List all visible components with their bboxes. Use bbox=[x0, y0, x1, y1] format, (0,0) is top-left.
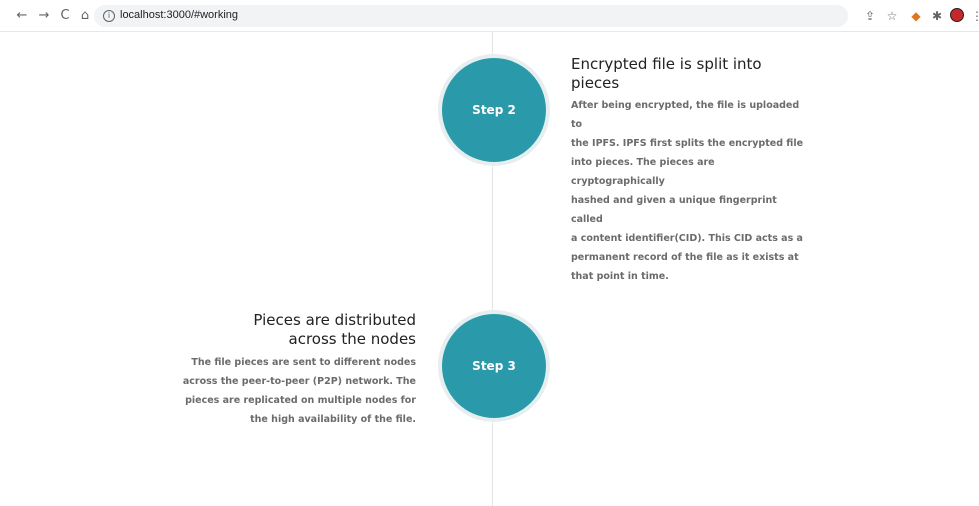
step-3-label: Step 3 bbox=[472, 359, 516, 373]
step-3-title-line2: across the nodes bbox=[288, 330, 417, 348]
step-2-desc-line: into pieces. The pieces are cryptographi… bbox=[571, 157, 715, 187]
step-2-desc-line: After being encrypted, the file is uploa… bbox=[571, 100, 800, 130]
step-2-circle: Step 2 bbox=[442, 58, 546, 162]
step-2-desc-line: permanent record of the file as it exist… bbox=[571, 252, 799, 263]
step-3-desc-line: across the peer-to-peer (P2P) network. T… bbox=[182, 376, 416, 387]
address-bar[interactable]: i localhost:3000/#working bbox=[94, 5, 848, 27]
url-text[interactable]: localhost:3000/#working bbox=[120, 9, 238, 21]
back-arrow-icon[interactable]: ← bbox=[14, 8, 30, 24]
profile-avatar-icon[interactable] bbox=[950, 8, 964, 22]
step-2-label: Step 2 bbox=[472, 103, 516, 117]
step-2-desc-line: a content identifier(CID). This CID acts… bbox=[571, 233, 803, 244]
step-3-description: The file pieces are sent to different no… bbox=[176, 353, 416, 429]
step-2-desc-line: that point in time. bbox=[571, 271, 669, 282]
step-3-title-line1: Pieces are distributed bbox=[253, 311, 416, 329]
site-info-icon[interactable]: i bbox=[103, 10, 115, 22]
star-bookmark-icon[interactable]: ☆ bbox=[884, 8, 900, 24]
step-2-desc-line: hashed and given a unique fingerprint ca… bbox=[571, 195, 777, 225]
step-2-title: Encrypted file is split into pieces bbox=[571, 55, 811, 93]
step-3-circle: Step 3 bbox=[442, 314, 546, 418]
more-menu-icon[interactable]: ⋮ bbox=[971, 8, 979, 24]
step-3-desc-line: The file pieces are sent to different no… bbox=[191, 357, 416, 368]
step-2-title-line2: pieces bbox=[571, 74, 620, 92]
extensions-puzzle-icon[interactable]: ✱ bbox=[929, 8, 945, 24]
share-icon[interactable]: ⇪ bbox=[862, 8, 878, 24]
browser-toolbar: ← → C ⌂ i localhost:3000/#working ⇪ ☆ ◆ … bbox=[0, 0, 979, 32]
reload-icon[interactable]: C bbox=[57, 8, 73, 24]
step-2-title-line1: Encrypted file is split into bbox=[571, 55, 762, 73]
step-3-desc-line: pieces are replicated on multiple nodes … bbox=[185, 395, 416, 406]
metamask-fox-icon[interactable]: ◆ bbox=[908, 8, 924, 24]
forward-arrow-icon[interactable]: → bbox=[36, 8, 52, 24]
step-2-description: After being encrypted, the file is uploa… bbox=[571, 96, 811, 286]
step-3-title: Pieces are distributed across the nodes bbox=[176, 311, 416, 349]
home-icon[interactable]: ⌂ bbox=[77, 8, 93, 24]
step-3-desc-line: the high availability of the file. bbox=[250, 414, 416, 425]
step-2-desc-line: the IPFS. IPFS first splits the encrypte… bbox=[571, 138, 804, 149]
